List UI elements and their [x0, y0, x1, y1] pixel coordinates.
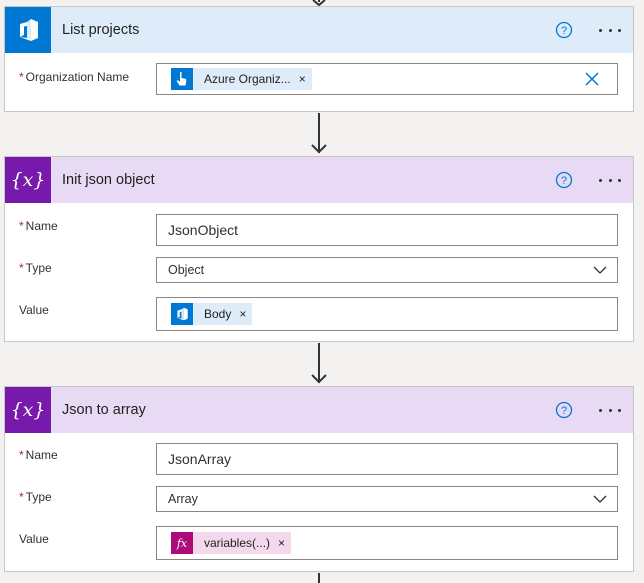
value-field[interactable]: fx variables(...) × — [156, 526, 618, 560]
field-row-organization: * Organization Name Azure Organiz... × — [5, 63, 633, 101]
dynamic-content-token[interactable]: Body × — [171, 303, 253, 325]
expression-token[interactable]: fx variables(...) × — [171, 532, 292, 554]
organization-name-field[interactable]: Azure Organiz... × — [156, 63, 618, 95]
connector-arrow — [311, 374, 327, 384]
azure-devops-icon — [171, 303, 193, 325]
card-header[interactable]: {𝑥} Json to array ? — [5, 387, 633, 433]
card-title: Json to array — [62, 402, 146, 418]
field-label: * Name — [19, 448, 58, 462]
azure-devops-icon — [5, 7, 51, 53]
field-label: Value — [19, 532, 49, 546]
more-options-icon[interactable] — [599, 171, 621, 189]
field-row-name: * Name JsonObject — [5, 214, 633, 252]
card-header[interactable]: {𝑥} Init json object ? — [5, 157, 633, 203]
type-dropdown[interactable]: Object — [156, 257, 618, 283]
fx-expression-icon: fx — [171, 532, 193, 554]
field-row-name: * Name JsonArray — [5, 443, 633, 481]
remove-token-icon[interactable]: × — [239, 307, 252, 321]
more-options-icon[interactable] — [599, 401, 621, 419]
help-icon[interactable]: ? — [555, 401, 573, 419]
svg-text:{𝑥}: {𝑥} — [12, 399, 44, 421]
field-row-type: * Type Object — [5, 252, 633, 290]
dynamic-content-token[interactable]: Azure Organiz... × — [171, 68, 312, 90]
hand-pointer-icon — [171, 68, 193, 90]
connector-line — [318, 573, 320, 583]
chevron-down-icon — [593, 495, 607, 503]
field-label: * Type — [19, 261, 52, 275]
card-title: Init json object — [62, 172, 155, 188]
remove-token-icon[interactable]: × — [299, 72, 312, 86]
variable-icon: {𝑥} — [5, 157, 51, 203]
card-title: List projects — [62, 22, 140, 38]
svg-text:?: ? — [561, 175, 567, 187]
field-row-value: Value fx variables(...) × — [5, 519, 633, 560]
svg-text:fx: fx — [176, 537, 188, 550]
remove-token-icon[interactable]: × — [278, 536, 291, 550]
svg-text:?: ? — [561, 25, 567, 37]
list-projects-card: List projects ? * Organization Name Azure — [4, 6, 634, 112]
field-row-type: * Type Array — [5, 481, 633, 519]
field-label: * Name — [19, 219, 58, 233]
svg-text:?: ? — [561, 405, 567, 417]
field-label: * Type — [19, 490, 52, 504]
field-label: * Organization Name — [19, 70, 130, 84]
name-input[interactable]: JsonArray — [156, 443, 618, 475]
field-label: Value — [19, 303, 49, 317]
card-header[interactable]: List projects ? — [5, 7, 633, 53]
flow-canvas: List projects ? * Organization Name Azure — [0, 0, 644, 583]
help-icon[interactable]: ? — [555, 171, 573, 189]
chevron-down-icon — [593, 266, 607, 274]
value-field[interactable]: Body × — [156, 297, 618, 331]
name-input[interactable]: JsonObject — [156, 214, 618, 246]
json-to-array-card: {𝑥} Json to array ? * Name JsonArray * Typ… — [4, 386, 634, 572]
variable-icon: {𝑥} — [5, 387, 51, 433]
svg-text:{𝑥}: {𝑥} — [12, 169, 44, 191]
help-icon[interactable]: ? — [555, 21, 573, 39]
type-dropdown[interactable]: Array — [156, 486, 618, 512]
connector-arrow — [311, 144, 327, 154]
more-options-icon[interactable] — [599, 21, 621, 39]
field-row-value: Value Body × — [5, 290, 633, 331]
clear-field-icon[interactable] — [585, 72, 599, 86]
init-json-object-card: {𝑥} Init json object ? * Name JsonObject … — [4, 156, 634, 342]
